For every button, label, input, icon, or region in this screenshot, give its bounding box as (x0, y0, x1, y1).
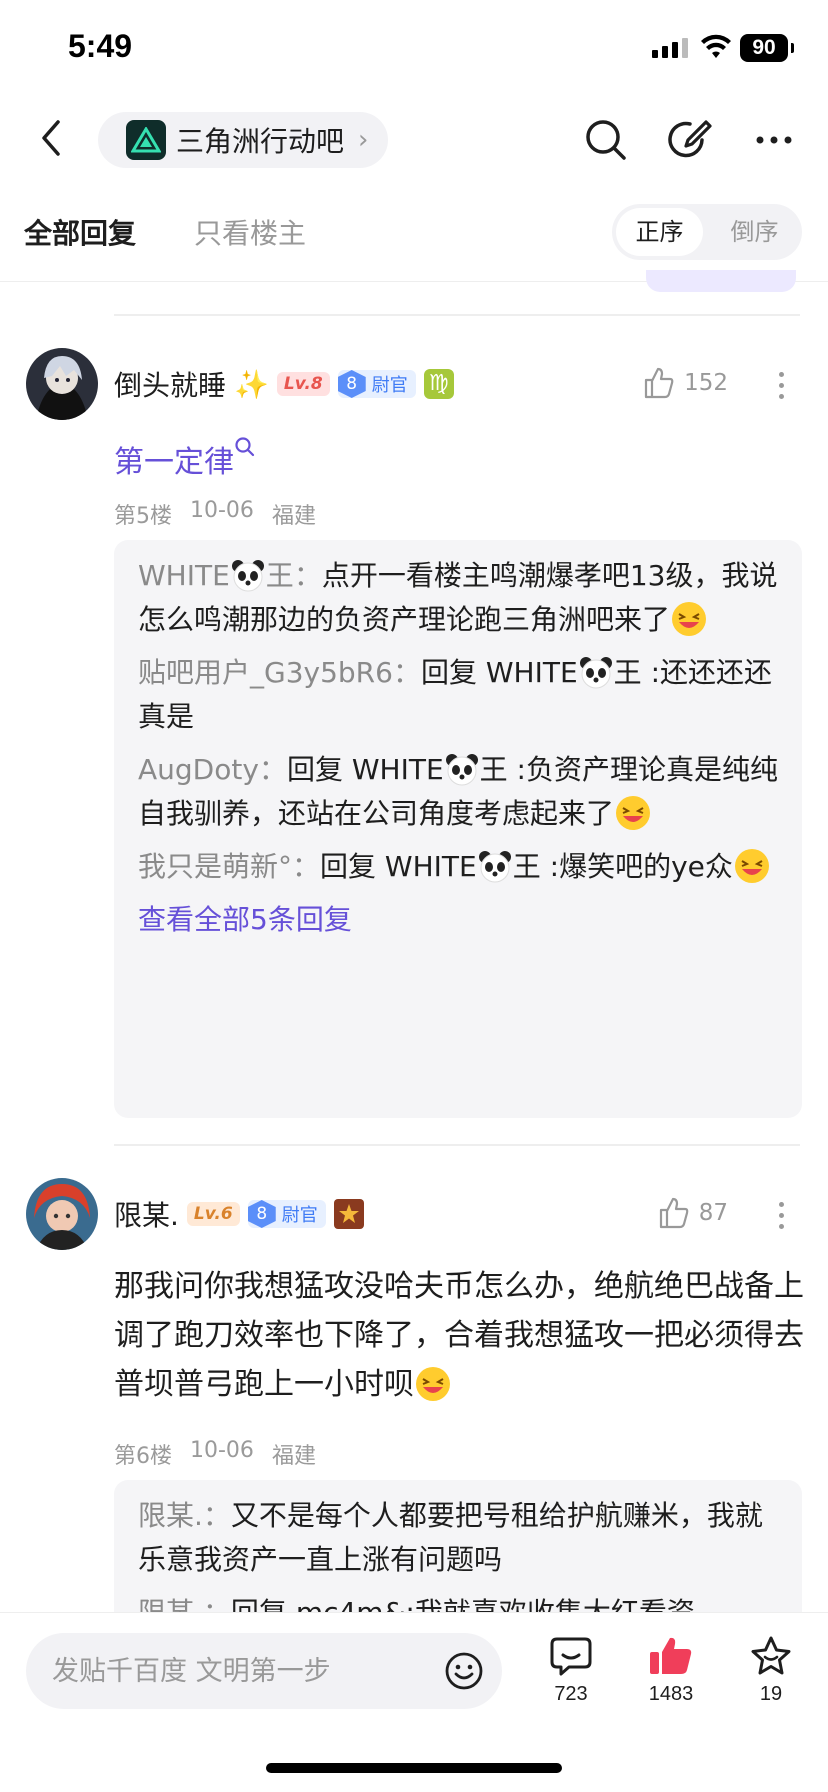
comment-meta: 第6楼 10-06 福建 (114, 1438, 316, 1470)
sub-replies: WHITE 王：点开一看楼主鸣潮爆孝吧13级，我说怎么鸣潮那边的负资产理论跑三角洲… (114, 540, 802, 1118)
panda-emoji-icon (231, 560, 264, 592)
sort-toggle: 正序 倒序 (612, 204, 802, 260)
reply-author[interactable]: 贴吧用户_G3y5bR6 (138, 656, 393, 689)
sort-ascending-button[interactable]: 正序 (616, 208, 703, 256)
thumbs-up-filled-icon (650, 1637, 692, 1674)
emoji-picker-icon[interactable] (442, 1649, 486, 1693)
comment-date: 10-06 (190, 498, 254, 523)
sub-reply[interactable]: 贴吧用户_G3y5bR6：回复 WHITE 王 :还还还还真是 (138, 651, 778, 739)
home-indicator[interactable] (266, 1763, 562, 1773)
comments-button[interactable]: 723 (536, 1635, 606, 1706)
panda-emoji-icon (579, 657, 612, 689)
like-count: 87 (698, 1200, 728, 1226)
wifi-icon (701, 34, 731, 58)
back-arrow-icon[interactable] (30, 116, 74, 160)
comment-content[interactable]: 那我问你我想猛攻没哈夫币怎么办，绝航绝巴战备上调了跑刀效率也下降了，合着我想猛攻… (114, 1262, 804, 1409)
battery-icon: 90 (740, 34, 794, 62)
reply-author[interactable]: AugDoty (138, 753, 259, 786)
star-icon (751, 1636, 791, 1675)
favorite-button[interactable]: 19 (736, 1635, 806, 1706)
floor-number: 第5楼 (114, 504, 172, 529)
sub-reply[interactable]: 限某.：又不是每个人都要把号租给护航赚米，我就乐意我资产一直上涨有问题吗 (138, 1494, 778, 1582)
divider (114, 314, 800, 316)
rank-title: 尉官 (281, 1205, 318, 1226)
scrolled-element-edge (646, 270, 796, 292)
forum-name-pill[interactable]: 三角洲行动吧 › (98, 112, 389, 168)
comment-bubble-icon (550, 1637, 592, 1676)
tab-op-only[interactable]: 只看楼主 (194, 212, 306, 252)
bottom-action-bar: 723 1483 19 (0, 1612, 828, 1792)
comment-more-icon[interactable] (768, 1196, 794, 1235)
rank-shield-icon: 8 (337, 370, 366, 398)
laughing-emoji-icon (416, 1367, 450, 1401)
view-all-replies-link[interactable]: 查看全部5条回复 (138, 898, 778, 938)
sub-reply[interactable]: WHITE 王：点开一看楼主鸣潮爆孝吧13级，我说怎么鸣潮那边的负资产理论跑三角洲… (138, 554, 778, 642)
more-options-icon[interactable] (750, 116, 798, 164)
favorites-count: 19 (759, 1683, 783, 1705)
like-button[interactable]: 87 (657, 1196, 728, 1230)
thumbs-up-icon (659, 1197, 689, 1229)
reply-author[interactable]: 限某. (138, 1499, 203, 1532)
avatar[interactable] (26, 348, 98, 420)
tab-all-replies[interactable]: 全部回复 (24, 212, 136, 252)
divider (114, 1144, 800, 1146)
panda-emoji-icon (478, 851, 511, 883)
sub-reply[interactable]: AugDoty：回复 WHITE 王 :负资产理论真是纯纯自我驯养，还站在公司角度… (138, 748, 778, 836)
panda-emoji-icon (445, 754, 478, 786)
laughing-emoji-icon (616, 796, 651, 830)
level-badge: Lv.6 (186, 1202, 240, 1226)
search-icon[interactable] (582, 116, 630, 164)
status-bar: 5:49 90 (0, 0, 828, 100)
reply-author[interactable]: WHITE 王 (138, 559, 294, 592)
search-link-icon (235, 437, 255, 457)
forum-name: 三角洲行动吧 (176, 125, 345, 158)
comment-content[interactable]: 第一定律 (114, 436, 804, 487)
comment-meta: 第5楼 10-06 福建 (114, 498, 316, 530)
cellular-signal-icon (652, 38, 688, 58)
sparkle-icon: ✨ (234, 367, 269, 401)
sub-reply[interactable]: 我只是萌新°：回复 WHITE 王 :爆笑吧的ye众 (138, 845, 778, 889)
comment-more-icon[interactable] (768, 366, 794, 405)
level-badge: Lv.8 (276, 372, 330, 396)
compose-icon[interactable] (666, 116, 714, 164)
reply-author[interactable]: 我只是萌新° (138, 850, 292, 883)
like-count: 152 (684, 370, 728, 396)
comment-date: 10-06 (190, 1438, 254, 1463)
rank-badge: 8 尉官 (337, 370, 416, 398)
status-time: 5:49 (68, 28, 133, 64)
chevron-right-icon: › (358, 125, 369, 155)
comment-location: 福建 (271, 504, 316, 529)
sort-descending-button[interactable]: 倒序 (711, 208, 798, 256)
comment-location: 福建 (271, 1444, 316, 1469)
thumbs-up-icon (644, 367, 674, 399)
rank-badge: 8 尉官 (247, 1200, 326, 1228)
top-nav: 三角洲行动吧 › (0, 100, 828, 180)
reply-input-pill[interactable] (26, 1633, 502, 1709)
virgo-zodiac-icon: ♍ (423, 369, 454, 399)
floor-number: 第6楼 (114, 1444, 172, 1469)
avatar[interactable] (26, 1178, 98, 1250)
like-button[interactable]: 152 (642, 366, 728, 400)
like-post-button[interactable]: 1483 (636, 1635, 706, 1706)
rank-title: 尉官 (371, 375, 408, 396)
rank-shield-icon: 8 (247, 1200, 276, 1228)
comments-count: 723 (554, 1683, 588, 1705)
reply-input[interactable] (52, 1633, 432, 1709)
forum-logo-icon (126, 120, 166, 160)
laughing-emoji-icon (672, 602, 707, 636)
username: 限某. (114, 1199, 179, 1232)
username: 倒头就睡 (114, 369, 227, 402)
laughing-emoji-icon (734, 849, 769, 883)
comment-author[interactable]: 限某. Lv.6 8 尉官 (114, 1194, 364, 1234)
comment-author[interactable]: 倒头就睡 ✨ Lv.8 8 尉官 ♍ (114, 364, 454, 404)
honor-badge-icon (333, 1199, 364, 1229)
likes-count: 1483 (648, 1683, 694, 1705)
